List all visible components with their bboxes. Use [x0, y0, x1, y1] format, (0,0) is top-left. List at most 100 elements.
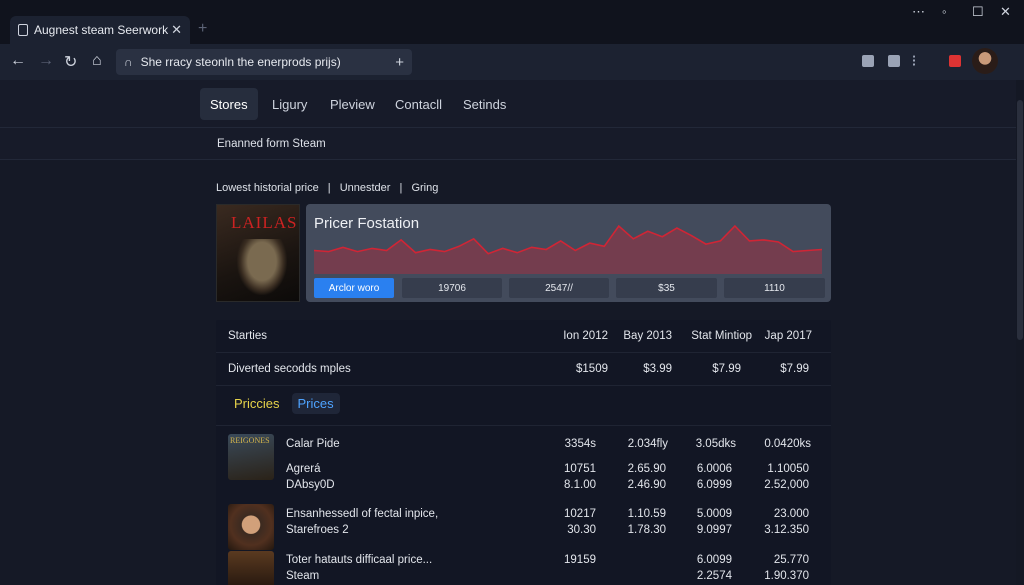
forward-icon[interactable]: → — [38, 52, 54, 70]
game-thumbnail[interactable]: REIGONES — [228, 434, 274, 480]
value-cell: 2.2574 — [696, 570, 732, 582]
value-cell: 2.46.90 — [627, 479, 666, 491]
add-icon[interactable]: + — [395, 54, 404, 71]
lock-icon: ∩ — [124, 55, 133, 69]
filter-row: Lowest historial price | Unnestder | Gri… — [216, 182, 444, 194]
stat-button[interactable]: Arclor woro — [314, 278, 394, 298]
puzzle-icon[interactable] — [913, 55, 919, 67]
chart-title: Pricer Fostation — [314, 215, 420, 232]
game-subtitle: Agrerá — [286, 463, 321, 475]
tab-contact[interactable]: Contacll — [385, 88, 452, 120]
value-cell: 10217 — [564, 508, 596, 520]
browser-tab[interactable]: Augnest steam Seerwork ✕ — [10, 16, 190, 44]
value-cell: 5.0009 — [696, 508, 732, 520]
price-cell: $7.99 — [780, 363, 809, 375]
game-title[interactable]: Ensanhessedl of fectal inpice, — [286, 508, 438, 520]
game-thumbnail[interactable] — [228, 504, 274, 550]
header-cell: Ion 2012 — [563, 330, 608, 342]
value-cell: 3.05dks — [695, 438, 736, 450]
page: Stores Ligury Pleview Contacll Setinds E… — [0, 80, 1016, 585]
cover-art — [237, 239, 287, 295]
menu-icon[interactable]: ⋯ — [912, 4, 925, 20]
extension-icon[interactable] — [862, 55, 874, 67]
back-icon[interactable]: ← — [10, 52, 26, 70]
tab-settings[interactable]: Setinds — [453, 88, 516, 120]
stat-value: 2547// — [509, 278, 609, 298]
maximize-icon[interactable]: ☐ — [972, 4, 984, 20]
value-cell: 6.0099 — [696, 554, 732, 566]
filter-lowest-price[interactable]: Lowest historial price — [216, 182, 319, 194]
value-cell: 3354s — [564, 438, 596, 450]
game-title[interactable]: Toter hatauts difficaal price... — [286, 554, 432, 566]
value-cell: 2.52,000 — [764, 479, 809, 491]
stat-value: 19706 — [402, 278, 502, 298]
value-cell: 9.0997 — [696, 524, 732, 536]
stat-value: $35 — [616, 278, 717, 298]
price-tabs: Priccies Prices — [228, 393, 340, 414]
stat-value: 1110 — [724, 278, 825, 298]
value-cell: 25.770 — [773, 554, 809, 566]
header-cell: Starties — [228, 330, 267, 342]
price-area — [314, 226, 822, 274]
price-cell: $3.99 — [643, 363, 672, 375]
tab-strip: Augnest steam Seerwork ✕ + ⋯ ◦ ☐ ✕ — [0, 0, 1024, 44]
table-header: Starties Ion 2012 Bay 2013 Stat Mintiop … — [216, 320, 831, 353]
value-cell: 3.12.350 — [764, 524, 809, 536]
tab-priccies[interactable]: Priccies — [228, 393, 286, 414]
minimize-icon[interactable]: ◦ — [942, 4, 947, 19]
section-title: Enanned form Steam — [217, 138, 326, 150]
game-title[interactable]: Calar Pide — [286, 438, 340, 450]
tab-library[interactable]: Ligury — [262, 88, 317, 120]
value-cell: 1.10050 — [767, 463, 809, 475]
table-row[interactable]: Diverted secodds mples $1509 $3.99 $7.99… — [216, 353, 831, 386]
store-nav: Stores Ligury Pleview Contacll Setinds — [0, 80, 1016, 128]
game-thumbnail[interactable] — [228, 551, 274, 585]
header-cell: Bay 2013 — [623, 330, 672, 342]
close-icon[interactable]: ✕ — [171, 22, 182, 38]
profile-badge-icon[interactable] — [949, 55, 961, 67]
header-cell: Jap 2017 — [764, 330, 812, 342]
value-cell: 23.000 — [773, 508, 809, 520]
reload-icon[interactable]: ↻ — [64, 52, 77, 72]
game-subtitle: Starefroes 2 — [286, 524, 349, 536]
header-cell: Stat Mintiop — [691, 330, 752, 342]
value-cell: 0.0420ks — [764, 438, 811, 450]
address-text[interactable]: She rracy steonln the enerprods prijs) — [141, 55, 396, 69]
price-cell: $7.99 — [712, 363, 741, 375]
scrollbar[interactable] — [1016, 80, 1024, 585]
value-cell: 6.0006 — [696, 463, 732, 475]
tab-stores[interactable]: Stores — [200, 88, 258, 120]
value-cell: 19159 — [564, 554, 596, 566]
row-title: Diverted secodds mples — [228, 363, 351, 375]
pill-row: Priccies Prices — [216, 386, 831, 426]
home-icon[interactable]: ⌂ — [92, 52, 102, 70]
divider: | — [327, 182, 331, 194]
avatar[interactable] — [972, 48, 998, 74]
value-cell: 1.78.30 — [627, 524, 666, 536]
value-cell: 2.034fly — [627, 438, 668, 450]
value-cell: 30.30 — [567, 524, 596, 536]
tab-preview[interactable]: Pleview — [320, 88, 385, 120]
game-subtitle: DAbsy0D — [286, 479, 335, 491]
section-bar: Enanned form Steam — [0, 128, 1016, 160]
price-table: Starties Ion 2012 Bay 2013 Stat Mintiop … — [216, 320, 831, 585]
address-bar[interactable]: ∩ She rracy steonln the enerprods prijs)… — [116, 49, 412, 75]
scrollbar-thumb[interactable] — [1017, 100, 1023, 340]
filter-gring[interactable]: Gring — [411, 182, 438, 194]
filter-unnestder[interactable]: Unnestder — [340, 182, 391, 194]
extension-icon[interactable] — [888, 55, 900, 67]
value-cell: 1.90.370 — [764, 570, 809, 582]
game-cover[interactable]: LAILAS — [216, 204, 300, 302]
page-icon — [18, 24, 28, 36]
game-subtitle: Steam — [286, 570, 320, 582]
value-cell: 6.0999 — [696, 479, 732, 491]
tab-title: Augnest steam Seerwork — [34, 23, 169, 37]
divider: | — [399, 182, 403, 194]
close-window-icon[interactable]: ✕ — [1000, 4, 1011, 20]
new-tab-button[interactable]: + — [198, 20, 207, 38]
value-cell: 2.65.90 — [627, 463, 666, 475]
price-chart-card: Pricer Fostation Arclor woro 19706 2547/… — [306, 204, 831, 302]
thumbnail-title: REIGONES — [230, 436, 270, 445]
value-cell: 10751 — [564, 463, 596, 475]
tab-prices[interactable]: Prices — [291, 393, 340, 414]
